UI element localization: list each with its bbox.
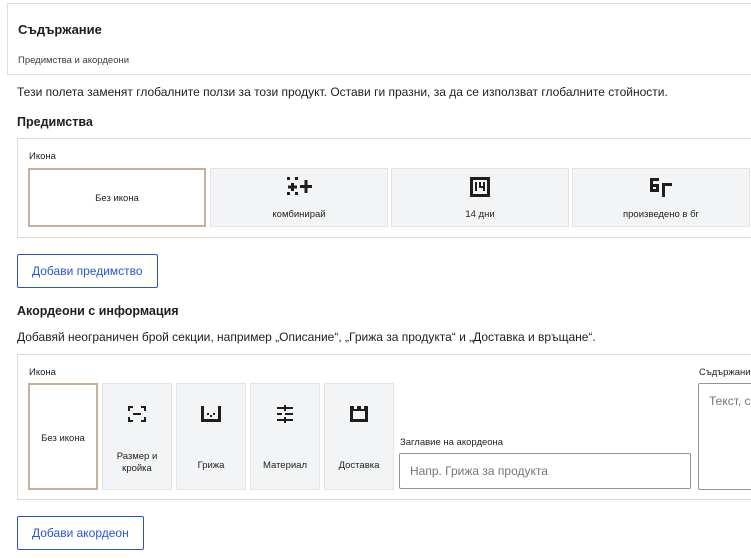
benefit-icon-option-none[interactable]: Без икона xyxy=(28,168,206,227)
content-panel-header: Съдържание Предимства и акордеони xyxy=(7,3,751,75)
accordion-content-textarea[interactable] xyxy=(698,383,751,490)
14-days-icon xyxy=(470,177,490,197)
material-icon xyxy=(277,405,293,423)
accordion-icon-option-size-fit[interactable]: Размер и кройка xyxy=(102,383,172,490)
benefit-option-label: Без икона xyxy=(95,193,139,204)
panel-subtitle: Предимства и акордеони xyxy=(18,55,130,66)
accordions-description: Добавяй неограничен брой секции, наприме… xyxy=(17,330,596,344)
accordion-option-label: Размер и кройка xyxy=(116,451,158,474)
delivery-icon xyxy=(350,406,368,422)
add-accordion-button[interactable]: Добави акордеон xyxy=(17,516,144,550)
made-in-bg-icon xyxy=(650,178,672,197)
benefit-icon-option-made-in-bg[interactable]: произведено в бг xyxy=(572,168,750,227)
benefit-option-label: комбинирай xyxy=(272,209,326,220)
accordion-option-label: Грижа xyxy=(197,460,225,471)
panel-title: Съдържание xyxy=(18,22,102,37)
benefit-option-label: произведено в бг xyxy=(623,209,699,220)
accordion-icon-option-care[interactable]: Грижа xyxy=(176,383,246,490)
accordion-item-box: Икона Без икона Размер и кройка Грижа Ма… xyxy=(17,354,751,500)
accordion-icon-option-delivery[interactable]: Доставка xyxy=(324,383,394,490)
combine-icon xyxy=(287,177,312,195)
benefits-heading: Предимства xyxy=(17,115,93,129)
benefit-icon-option-combine[interactable]: комбинирай xyxy=(210,168,388,227)
accordion-option-label: Материал xyxy=(262,460,308,471)
intro-text: Тези полета заменят глобалните ползи за … xyxy=(17,85,668,99)
accordion-icon-option-none[interactable]: Без икона xyxy=(28,383,98,490)
accordions-heading: Акордеони с информация xyxy=(17,304,179,318)
benefits-box: Икона Без икона комбинирай 14 дни произв… xyxy=(17,138,751,238)
care-icon xyxy=(201,406,221,422)
accordion-option-label: Без икона xyxy=(41,433,85,444)
benefit-icon-option-14-days[interactable]: 14 дни xyxy=(391,168,569,227)
accordion-option-label: Доставка xyxy=(338,460,380,471)
benefits-icon-label: Икона xyxy=(29,151,56,162)
accordion-content-label: Съдържание xyxy=(699,367,751,378)
accordion-title-label: Заглавие на акордеона xyxy=(400,437,504,448)
size-fit-icon xyxy=(128,406,146,422)
accordion-icon-label: Икона xyxy=(29,367,56,378)
add-benefit-button[interactable]: Добави предимство xyxy=(17,254,158,288)
accordion-icon-option-material[interactable]: Материал xyxy=(250,383,320,490)
benefit-option-label: 14 дни xyxy=(465,209,495,220)
accordion-title-input[interactable] xyxy=(399,453,691,489)
